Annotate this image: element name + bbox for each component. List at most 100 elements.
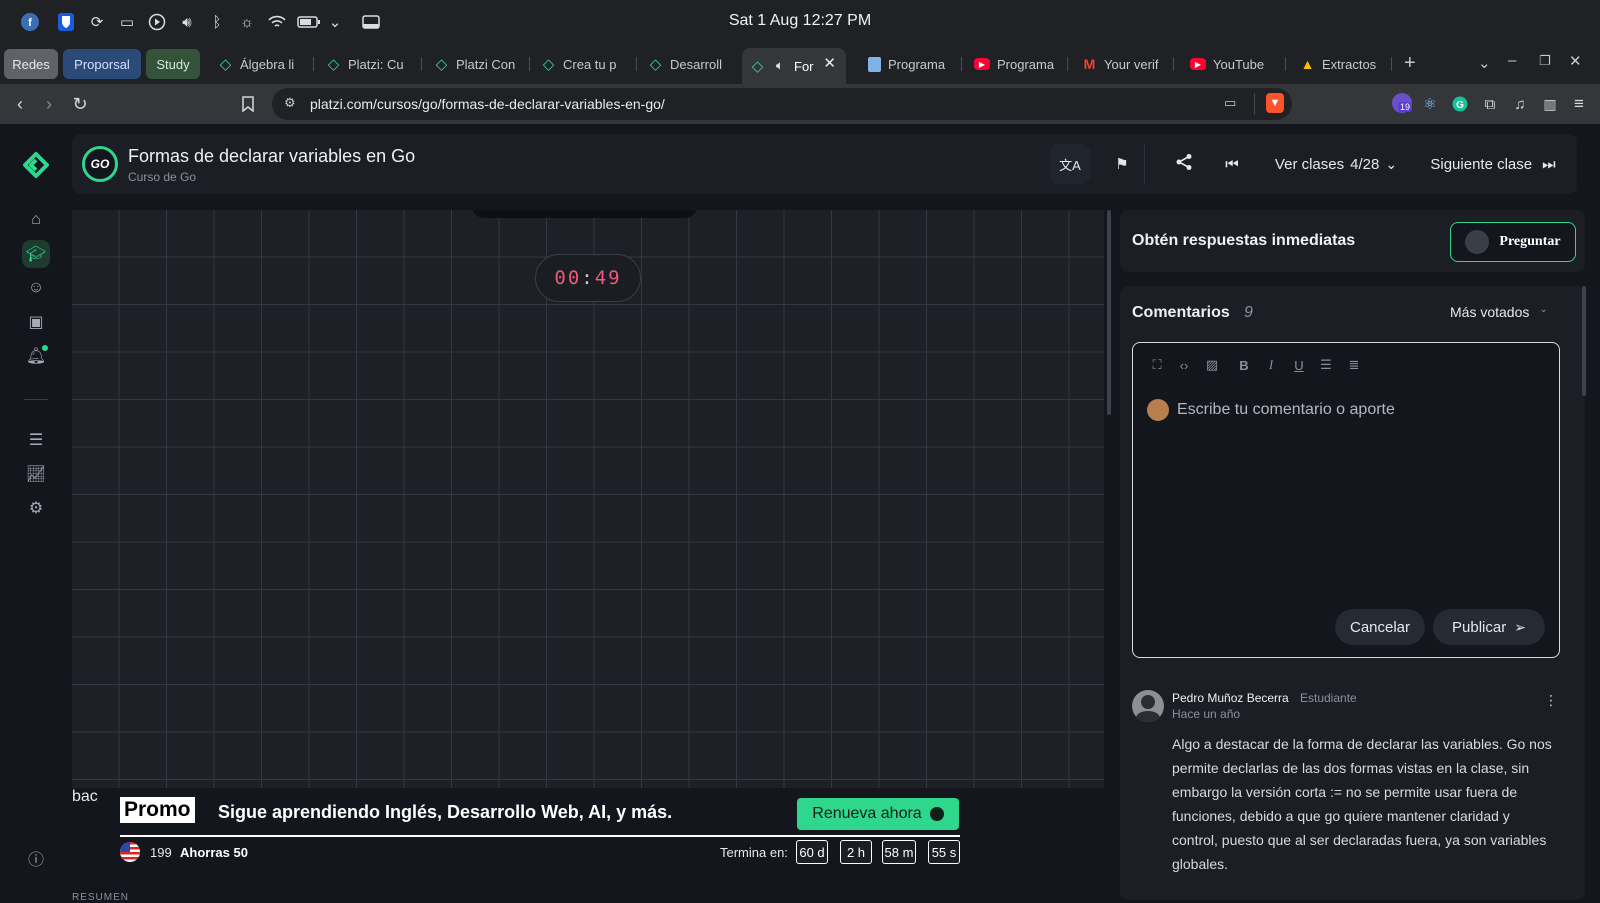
video-timer: 00:49: [535, 254, 641, 302]
browser-tab-strip: Redes Proporsal Study ◇ Álgebra li ◇ Pla…: [0, 44, 1600, 84]
settings-icon[interactable]: ⚙: [22, 494, 50, 522]
cast-icon[interactable]: ▭: [1224, 95, 1236, 111]
platzi-logo-icon[interactable]: [23, 152, 49, 178]
system-clock[interactable]: Sat 1 Aug 12:27 PM: [0, 12, 1600, 30]
close-tab-icon[interactable]: ✕: [823, 54, 836, 72]
extensions-puzzle-icon[interactable]: ⧉: [1478, 92, 1502, 116]
underline-icon[interactable]: U: [1289, 355, 1309, 375]
minimize-icon[interactable]: –: [1508, 52, 1516, 69]
courses-icon[interactable]: 🎓︎: [22, 240, 50, 268]
numbered-list-icon[interactable]: ≣: [1344, 355, 1364, 375]
tab-group-redes[interactable]: Redes: [4, 49, 58, 79]
ask-button[interactable]: Preguntar: [1450, 222, 1576, 262]
scrollbar[interactable]: [1107, 210, 1111, 415]
comment-role: Estudiante: [1300, 691, 1357, 705]
tab-algebra[interactable]: ◇ Álgebra li: [210, 49, 314, 79]
os-top-bar: f ⟳ ▭ 🔊︎ ᛒ ☼ ⌄ Sat 1 Aug 12:27 PM: [0, 0, 1600, 44]
tab-active-formas[interactable]: ◇ 🔈︎ For ✕: [742, 48, 846, 84]
back-icon[interactable]: ‹: [8, 92, 32, 116]
skip-previous-icon: ⏮︎: [1225, 155, 1239, 173]
tab-group-study[interactable]: Study: [146, 49, 200, 79]
extension-avatar-icon[interactable]: 19: [1392, 93, 1413, 113]
image-icon[interactable]: ▨: [1202, 355, 1222, 375]
video-player[interactable]: 00:49: [72, 210, 1104, 788]
chevron-down-icon: ⌄: [1385, 155, 1398, 172]
teams-icon[interactable]: ▣: [22, 308, 50, 336]
menu-icon[interactable]: ≡: [1567, 92, 1591, 116]
next-class-button[interactable]: Siguiente clase ⏭︎: [1422, 144, 1564, 184]
share-icon: [1175, 153, 1193, 175]
comment-line: embargo la versión corta := no se permit…: [1172, 784, 1518, 800]
reload-icon[interactable]: ↻: [68, 92, 92, 116]
close-window-icon[interactable]: ✕: [1569, 52, 1582, 70]
class-progress: 4/28: [1350, 155, 1380, 173]
countdown-days: 60 d: [796, 840, 828, 864]
previous-class-button[interactable]: ⏮︎: [1212, 144, 1252, 184]
platzi-icon: ◇: [542, 56, 555, 73]
community-icon[interactable]: ☺: [22, 274, 50, 302]
tab-group-proporsal[interactable]: Proporsal: [63, 49, 141, 79]
countdown-hours: 2 h: [840, 840, 872, 864]
restore-icon[interactable]: ❐: [1539, 53, 1551, 69]
user-avatar: [1147, 399, 1169, 421]
course-name-link[interactable]: Curso de Go: [128, 170, 196, 184]
translate-button[interactable]: 文A: [1050, 144, 1090, 184]
bullet-list-icon[interactable]: ☰: [1316, 355, 1336, 375]
skip-next-icon: ⏭︎: [1542, 155, 1556, 173]
youtube-icon: ▶: [974, 58, 990, 70]
broken-image-alt: bac: [72, 788, 98, 805]
tab-programa-doc[interactable]: Programa: [860, 49, 962, 79]
go-course-logo[interactable]: GO: [82, 146, 118, 182]
tab-desarrollo[interactable]: ◇ Desarroll: [640, 49, 738, 79]
platzi-icon: ◇: [435, 56, 448, 73]
commenter-avatar[interactable]: [1132, 690, 1164, 722]
bookmark-icon[interactable]: [236, 92, 260, 116]
new-tab-button[interactable]: +: [1404, 52, 1416, 75]
speaker-icon: 🔈︎: [776, 59, 783, 72]
tab-programa-youtube[interactable]: ▶ Programa: [966, 49, 1068, 79]
brave-shields-icon[interactable]: ▼: [1266, 93, 1284, 113]
comments-section: Comentarios 9 Más votados ⌄ ⛶ ‹› ▨ B I U…: [1120, 286, 1585, 900]
forward-icon[interactable]: ›: [37, 92, 61, 116]
tab-crea-tu[interactable]: ◇ Crea tu p: [533, 49, 637, 79]
comment-line: globales.: [1172, 856, 1229, 872]
code-icon[interactable]: ‹›: [1174, 355, 1194, 375]
flag-icon: ⚑: [1115, 156, 1129, 173]
cancel-button[interactable]: Cancelar: [1335, 609, 1425, 645]
address-bar[interactable]: ⚙︎ platzi.com/cursos/go/formas-de-declar…: [272, 88, 1292, 120]
publish-button[interactable]: Publicar ➢: [1433, 609, 1545, 645]
tab-platzi-con[interactable]: ◇ Platzi Con: [426, 49, 530, 79]
home-icon[interactable]: ⌂: [22, 206, 50, 234]
react-devtools-icon[interactable]: ⚛: [1418, 92, 1442, 116]
fullscreen-icon[interactable]: ⛶: [1147, 355, 1167, 375]
progress-chart-icon[interactable]: 📈︎: [22, 460, 50, 488]
scrollbar[interactable]: [1582, 286, 1586, 396]
comment-author[interactable]: Pedro Muñoz Becerra: [1172, 691, 1289, 705]
media-control-icon[interactable]: ♫: [1508, 92, 1532, 116]
url-text[interactable]: platzi.com/cursos/go/formas-de-declarar-…: [310, 96, 665, 112]
timer-minutes: 00: [554, 267, 582, 289]
comment-editor[interactable]: ⛶ ‹› ▨ B I U ☰ ≣ Escribe tu comentario o…: [1132, 342, 1560, 658]
tab-gmail-verification[interactable]: M Your verif: [1074, 49, 1174, 79]
comments-title: Comentarios: [1132, 304, 1230, 321]
help-icon[interactable]: ⓘ: [22, 844, 50, 872]
italic-icon[interactable]: I: [1261, 355, 1281, 375]
tab-platzi-cursos[interactable]: ◇ Platzi: Cu: [318, 49, 422, 79]
renew-button[interactable]: Renueva ahora: [797, 798, 959, 830]
send-icon: ➢: [1514, 618, 1526, 635]
site-settings-icon[interactable]: ⚙︎: [284, 95, 296, 111]
report-button[interactable]: ⚑: [1102, 144, 1142, 184]
sidebar-toggle-icon[interactable]: ▥: [1538, 92, 1562, 116]
bold-icon[interactable]: B: [1234, 355, 1254, 375]
more-options-icon[interactable]: ⋮: [1544, 692, 1558, 709]
notifications-icon[interactable]: 🔔︎: [22, 342, 50, 370]
share-button[interactable]: [1164, 144, 1204, 184]
tab-extractos[interactable]: ▲ Extractos: [1292, 49, 1392, 79]
class-list-dropdown[interactable]: Ver clases 4/28 ⌄: [1260, 144, 1412, 184]
library-icon[interactable]: ☰: [22, 426, 50, 454]
sort-dropdown[interactable]: Más votados ⌄: [1450, 304, 1548, 320]
ai-assistant-icon: [1465, 230, 1490, 254]
tab-youtube[interactable]: ▶ YouTube: [1182, 49, 1286, 79]
tab-search-chevron-icon[interactable]: ⌄: [1478, 54, 1491, 72]
grammarly-icon[interactable]: G: [1448, 92, 1472, 116]
